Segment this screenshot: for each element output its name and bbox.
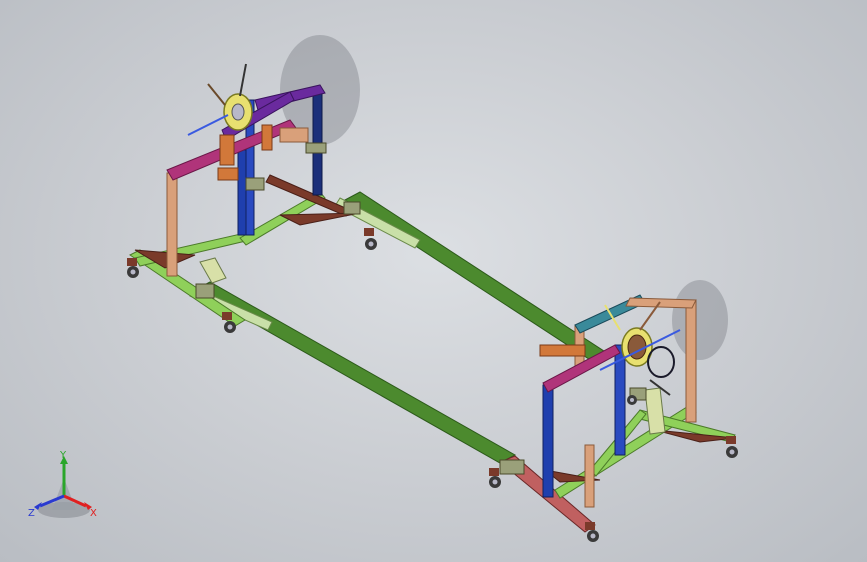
x-axis-label: X — [90, 508, 97, 519]
side-rail-far[interactable] — [344, 191, 611, 364]
upright-post[interactable] — [685, 299, 697, 423]
diagonal-strut — [199, 257, 227, 284]
clamp — [305, 142, 327, 154]
clamp — [343, 201, 361, 215]
shadow — [672, 280, 728, 360]
bracket — [219, 134, 235, 166]
bracket — [279, 127, 309, 143]
spool-hub — [231, 103, 245, 121]
y-axis-label: Y — [59, 450, 67, 461]
clamp — [499, 459, 525, 475]
clamp — [245, 177, 265, 191]
clamp — [217, 167, 239, 181]
brace — [265, 174, 351, 217]
clamp — [195, 283, 215, 299]
brace — [279, 212, 361, 226]
spindle — [207, 83, 226, 106]
cad-viewport[interactable]: Y X Z — [0, 0, 867, 562]
top-beam[interactable] — [625, 297, 697, 309]
caster-wheel — [489, 468, 501, 488]
frame-assembly-model[interactable] — [0, 0, 867, 562]
upright-post[interactable] — [584, 444, 595, 508]
caster-wheel — [726, 436, 738, 458]
upright-post[interactable] — [166, 172, 178, 277]
caster-wheel — [364, 228, 377, 250]
spindle — [239, 63, 247, 97]
view-orientation-triad[interactable]: Y X Z — [22, 448, 106, 528]
caster-wheel — [585, 522, 599, 542]
diagonal-strut — [644, 387, 666, 435]
bracket — [261, 124, 273, 151]
z-axis-label: Z — [28, 508, 35, 519]
guide-ring — [647, 346, 675, 378]
spindle — [187, 114, 229, 136]
caster-wheel — [627, 395, 637, 405]
upright-post[interactable] — [542, 384, 554, 498]
base-crossbar[interactable] — [134, 232, 251, 267]
bracket — [539, 344, 586, 357]
